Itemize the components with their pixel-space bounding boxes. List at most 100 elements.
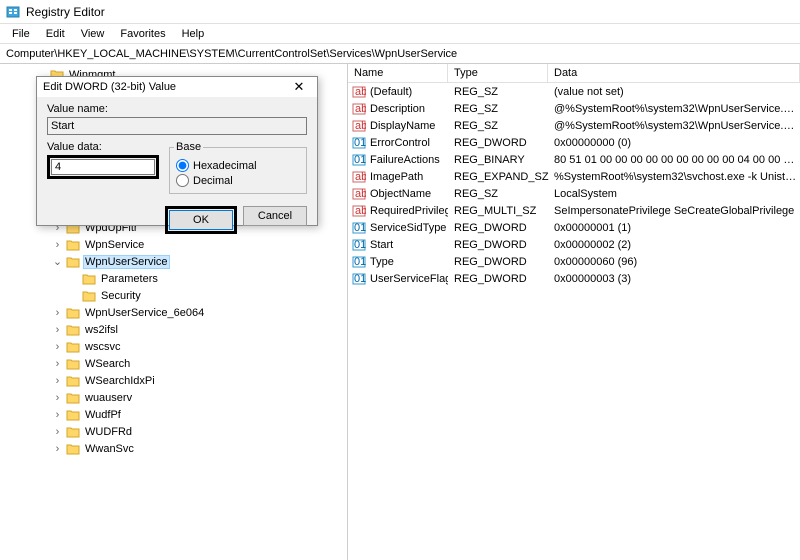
value-row[interactable]: 011ErrorControlREG_DWORD0x00000000 (0) [348,134,800,151]
ok-button[interactable]: OK [169,210,233,230]
svg-text:011: 011 [354,239,366,251]
value-row[interactable]: abRequiredPrivilegREG_MULTI_SZSeImperson… [348,202,800,219]
folder-icon [82,289,96,303]
menu-edit[interactable]: Edit [38,26,73,42]
value-data: 0x00000001 (1) [548,222,800,234]
folder-icon [66,255,80,269]
tree-label: WudfPf [83,409,123,421]
svg-text:ab: ab [355,205,366,217]
dialog-titlebar: Edit DWORD (32-bit) Value ✕ [37,77,317,97]
radio-decimal[interactable]: Decimal [176,174,300,187]
menu-favorites[interactable]: Favorites [112,26,173,42]
column-data[interactable]: Data [548,64,800,82]
value-data: 80 51 01 00 00 00 00 00 00 00 00 00 04 0… [548,154,800,166]
value-data-highlight [47,155,159,179]
tree-item[interactable]: Parameters [0,270,347,287]
tree-item[interactable]: ⌄WpnUserService [0,253,347,270]
binary-icon: 011 [352,221,366,235]
close-icon[interactable]: ✕ [287,79,311,95]
tree-item[interactable]: › WudfPf [0,406,347,423]
value-name: DisplayName [370,120,435,132]
svg-text:011: 011 [354,154,366,166]
chevron-icon[interactable]: › [52,426,63,438]
value-data: 0x00000060 (96) [548,256,800,268]
menu-file[interactable]: File [4,26,38,42]
tree-item[interactable]: ›ws2ifsl [0,321,347,338]
dialog-title-text: Edit DWORD (32-bit) Value [43,81,176,93]
folder-icon [82,272,96,286]
folder-icon [66,323,80,337]
radio-hex-input[interactable] [176,159,189,172]
value-row[interactable]: 011UserServiceFlagsREG_DWORD0x00000003 (… [348,270,800,287]
value-type: REG_DWORD [448,239,548,251]
folder-icon [66,306,80,320]
chevron-icon[interactable]: › [52,443,63,455]
value-data: 0x00000000 (0) [548,137,800,149]
svg-text:ab: ab [355,120,366,132]
value-list-panel[interactable]: Name Type Data ab(Default)REG_SZ(value n… [348,64,800,560]
chevron-icon[interactable]: › [52,358,63,370]
chevron-icon[interactable]: ⌄ [52,255,63,268]
value-type: REG_EXPAND_SZ [448,171,548,183]
value-type: REG_SZ [448,86,548,98]
value-type: REG_SZ [448,103,548,115]
value-type: REG_BINARY [448,154,548,166]
value-row[interactable]: 011StartREG_DWORD0x00000002 (2) [348,236,800,253]
value-row[interactable]: 011ServiceSidTypeREG_DWORD0x00000001 (1) [348,219,800,236]
value-data: %SystemRoot%\system32\svchost.exe -k Uni… [548,171,800,183]
menu-help[interactable]: Help [174,26,213,42]
value-row[interactable]: 011FailureActionsREG_BINARY80 51 01 00 0… [348,151,800,168]
column-name[interactable]: Name [348,64,448,82]
chevron-icon[interactable]: › [52,392,63,404]
chevron-icon[interactable]: › [52,375,63,387]
column-type[interactable]: Type [448,64,548,82]
cancel-button[interactable]: Cancel [243,206,307,226]
tree-item[interactable]: ›wuauserv [0,389,347,406]
tree-item[interactable]: › WpnUserService_6e064 [0,304,347,321]
value-name-label: Value name: [47,103,307,115]
value-data: @%SystemRoot%\system32\WpnUserService.dl… [548,120,800,132]
chevron-icon[interactable]: › [52,307,63,319]
folder-icon [66,340,80,354]
chevron-icon[interactable]: › [52,324,63,336]
tree-label: WpnUserService_6e064 [83,307,206,319]
binary-icon: 011 [352,255,366,269]
edit-dword-dialog: Edit DWORD (32-bit) Value ✕ Value name: … [36,76,318,226]
value-data: 0x00000003 (3) [548,273,800,285]
value-data-input[interactable] [51,159,155,175]
radio-dec-input[interactable] [176,174,189,187]
svg-text:ab: ab [355,103,366,115]
tree-item[interactable]: ›WSearchIdxPi [0,372,347,389]
folder-icon [66,357,80,371]
value-row[interactable]: ab(Default)REG_SZ(value not set) [348,83,800,100]
value-row[interactable]: 011TypeREG_DWORD0x00000060 (96) [348,253,800,270]
chevron-icon[interactable]: › [52,409,63,421]
address-bar[interactable]: Computer\HKEY_LOCAL_MACHINE\SYSTEM\Curre… [0,44,800,64]
value-row[interactable]: abObjectNameREG_SZLocalSystem [348,185,800,202]
tree-item[interactable]: ›WwanSvc [0,440,347,457]
value-row[interactable]: ab ImagePath REG_EXPAND_SZ%SystemRoot%\sys… [348,168,800,185]
string-icon: ab [352,170,366,184]
value-type: REG_DWORD [448,256,548,268]
binary-icon: 011 [352,238,366,252]
value-name: ImagePath [370,171,423,183]
chevron-icon[interactable]: › [52,341,63,353]
tree-label: wscsvc [83,341,122,353]
value-data: SeImpersonatePrivilege SeCreateGlobalPri… [548,205,800,217]
tree-item[interactable]: ›WUDFRd [0,423,347,440]
string-icon: ab [352,187,366,201]
value-name: ObjectName [370,188,431,200]
radio-hexadecimal[interactable]: Hexadecimal [176,159,300,172]
string-icon: ab [352,204,366,218]
tree-item[interactable]: Security [0,287,347,304]
value-name: ServiceSidType [370,222,446,234]
menu-view[interactable]: View [73,26,113,42]
value-name: (Default) [370,86,412,98]
tree-item[interactable]: ›WSearch [0,355,347,372]
value-row[interactable]: abDescriptionREG_SZ@%SystemRoot%\system3… [348,100,800,117]
value-name-input[interactable] [47,117,307,135]
tree-item[interactable]: › wscsvc [0,338,347,355]
tree-label: Security [99,290,143,302]
value-row[interactable]: abDisplayNameREG_SZ@%SystemRoot%\system3… [348,117,800,134]
value-name: ErrorControl [370,137,430,149]
